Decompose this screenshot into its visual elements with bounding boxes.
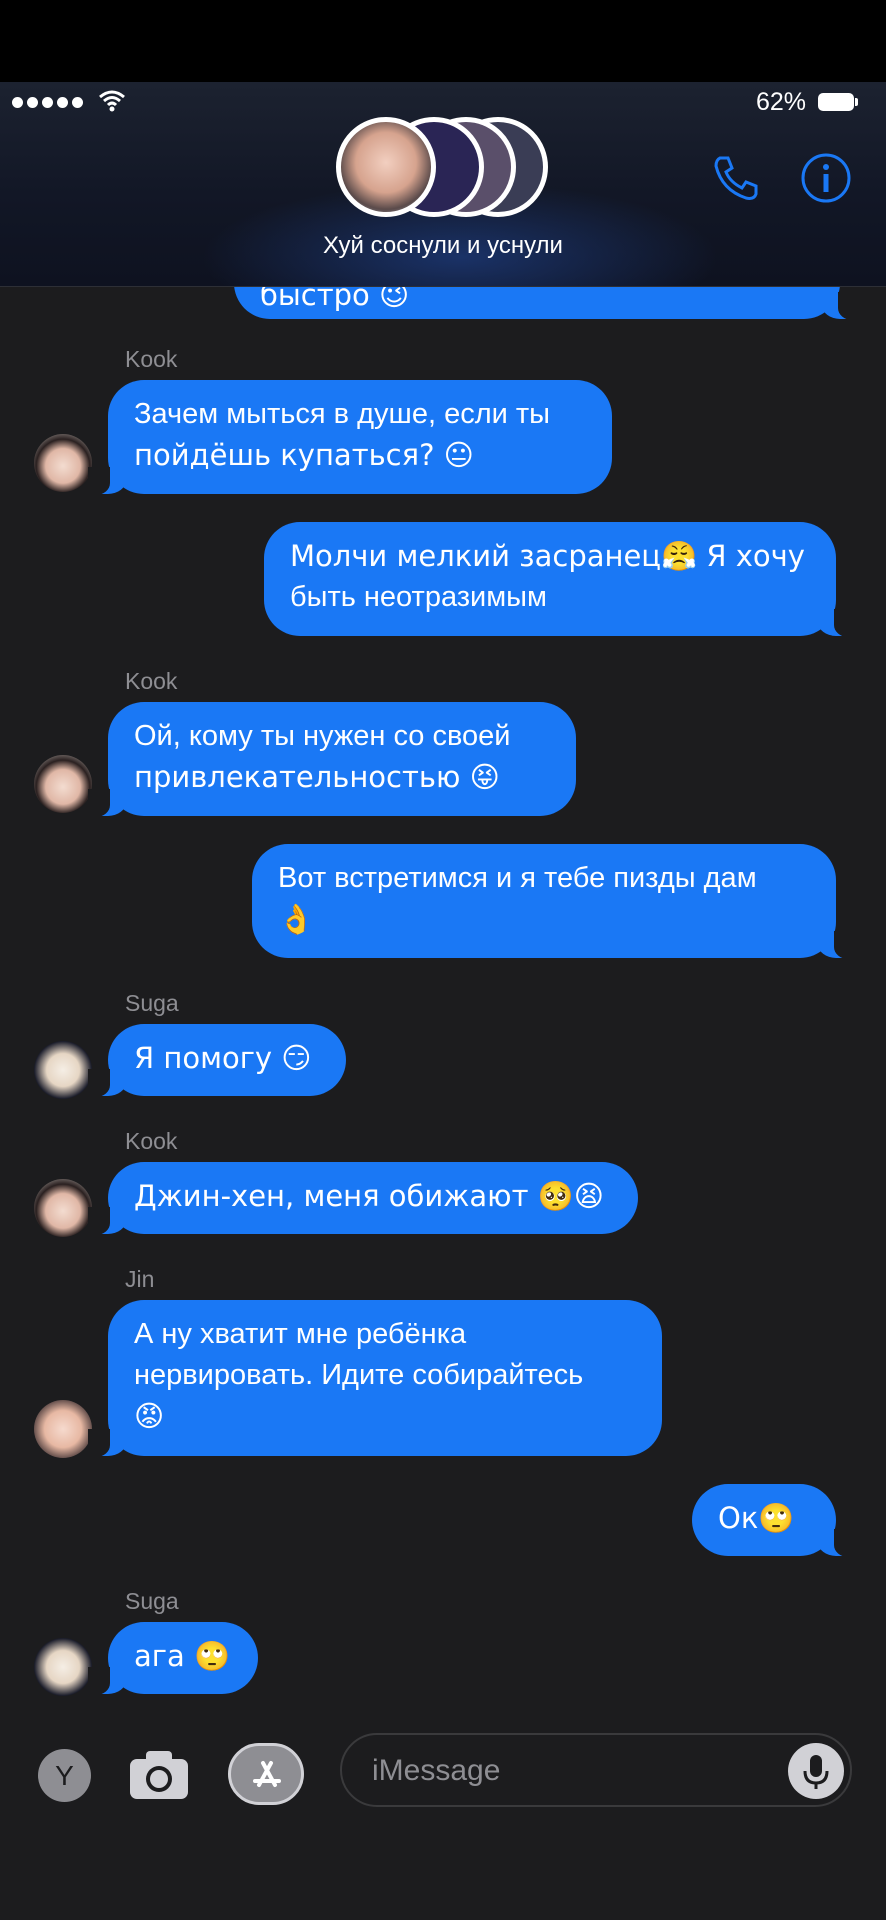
microphone-icon[interactable]	[788, 1743, 844, 1799]
message-bubble-incoming[interactable]: Зачем мыться в душе, если ты пойдёшь куп…	[88, 380, 612, 495]
message-bubble-incoming[interactable]: Я помогу 😏	[88, 1024, 346, 1097]
app-drawer-button[interactable]: Y	[38, 1749, 91, 1802]
message-composer: Y iMessage	[0, 1727, 886, 1920]
message-text: привлекательностью 😝	[134, 760, 500, 794]
avatar[interactable]	[34, 1400, 92, 1458]
status-bar: 62%	[0, 82, 886, 122]
message-text: нервировать. Идите собирайтесь	[134, 1359, 584, 1391]
message-bubble-outgoing[interactable]: быстро 😉	[234, 287, 860, 320]
battery-percentage: 62%	[756, 88, 807, 116]
camera-notch-area	[0, 0, 886, 82]
sender-name: Kook	[125, 346, 178, 372]
camera-icon[interactable]	[128, 1747, 190, 1803]
signal-strength-icon	[12, 97, 83, 108]
sender-name: Kook	[125, 668, 178, 694]
message-bubble-outgoing[interactable]: Вот встретимся и я тебе пизды дам 👌	[252, 844, 856, 959]
sender-name: Suga	[125, 990, 179, 1016]
wifi-icon	[99, 90, 125, 112]
message-text: А ну хватит мне ребёнка	[134, 1318, 467, 1350]
battery-icon	[818, 93, 858, 111]
message-text: ага 🙄	[134, 1639, 231, 1673]
message-input-placeholder: iMessage	[372, 1754, 501, 1787]
message-text: быстро 😉	[260, 287, 410, 312]
message-text: пойдёшь купаться? 😐	[134, 438, 474, 472]
avatar[interactable]	[34, 755, 92, 813]
conversation-header: 62% Хуй соснули и уснули	[0, 82, 886, 287]
message-text: Молчи мелкий засранец😤 Я хочу	[290, 539, 805, 573]
message-bubble-incoming[interactable]: ага 🙄	[88, 1622, 258, 1695]
message-text: Ой, кому ты нужен со своей	[134, 720, 511, 752]
message-thread[interactable]: быстро 😉 Kook Зачем мыться в душе, если …	[0, 287, 886, 1727]
message-text: быть неотразимым	[290, 581, 547, 613]
message-bubble-incoming[interactable]: Ой, кому ты нужен со своей привлекательн…	[88, 702, 576, 817]
avatar[interactable]	[34, 1179, 92, 1237]
appstore-icon[interactable]	[228, 1743, 304, 1805]
avatar[interactable]	[34, 1638, 92, 1696]
message-bubble-outgoing[interactable]: Молчи мелкий засранец😤 Я хочу быть неотр…	[264, 522, 856, 637]
message-text: Зачем мыться в душе, если ты	[134, 398, 550, 430]
message-text: Ок🙄	[718, 1501, 795, 1535]
message-text: 😡	[134, 1399, 165, 1433]
sender-name: Kook	[125, 1128, 178, 1154]
sender-name: Suga	[125, 1588, 179, 1614]
message-text: Джин-хен, меня обижают 🥺😫	[134, 1179, 605, 1213]
avatar[interactable]	[34, 434, 92, 492]
message-bubble-outgoing[interactable]: Ок🙄	[692, 1484, 856, 1557]
group-avatars[interactable]	[336, 117, 548, 217]
member-avatar	[336, 117, 436, 217]
message-input[interactable]: iMessage	[340, 1733, 852, 1807]
group-name[interactable]: Хуй соснули и уснули	[0, 232, 886, 260]
message-text: 👌	[278, 902, 315, 936]
phone-call-icon[interactable]	[710, 152, 762, 204]
message-text: Вот встретимся и я тебе пизды дам	[278, 862, 757, 894]
avatar[interactable]	[34, 1041, 92, 1099]
message-text: Я помогу 😏	[134, 1041, 312, 1075]
info-icon[interactable]	[800, 152, 852, 204]
message-bubble-incoming[interactable]: Джин-хен, меня обижают 🥺😫	[88, 1162, 638, 1235]
sender-name: Jin	[125, 1266, 155, 1292]
message-bubble-incoming[interactable]: А ну хватит мне ребёнка нервировать. Иди…	[88, 1300, 662, 1457]
